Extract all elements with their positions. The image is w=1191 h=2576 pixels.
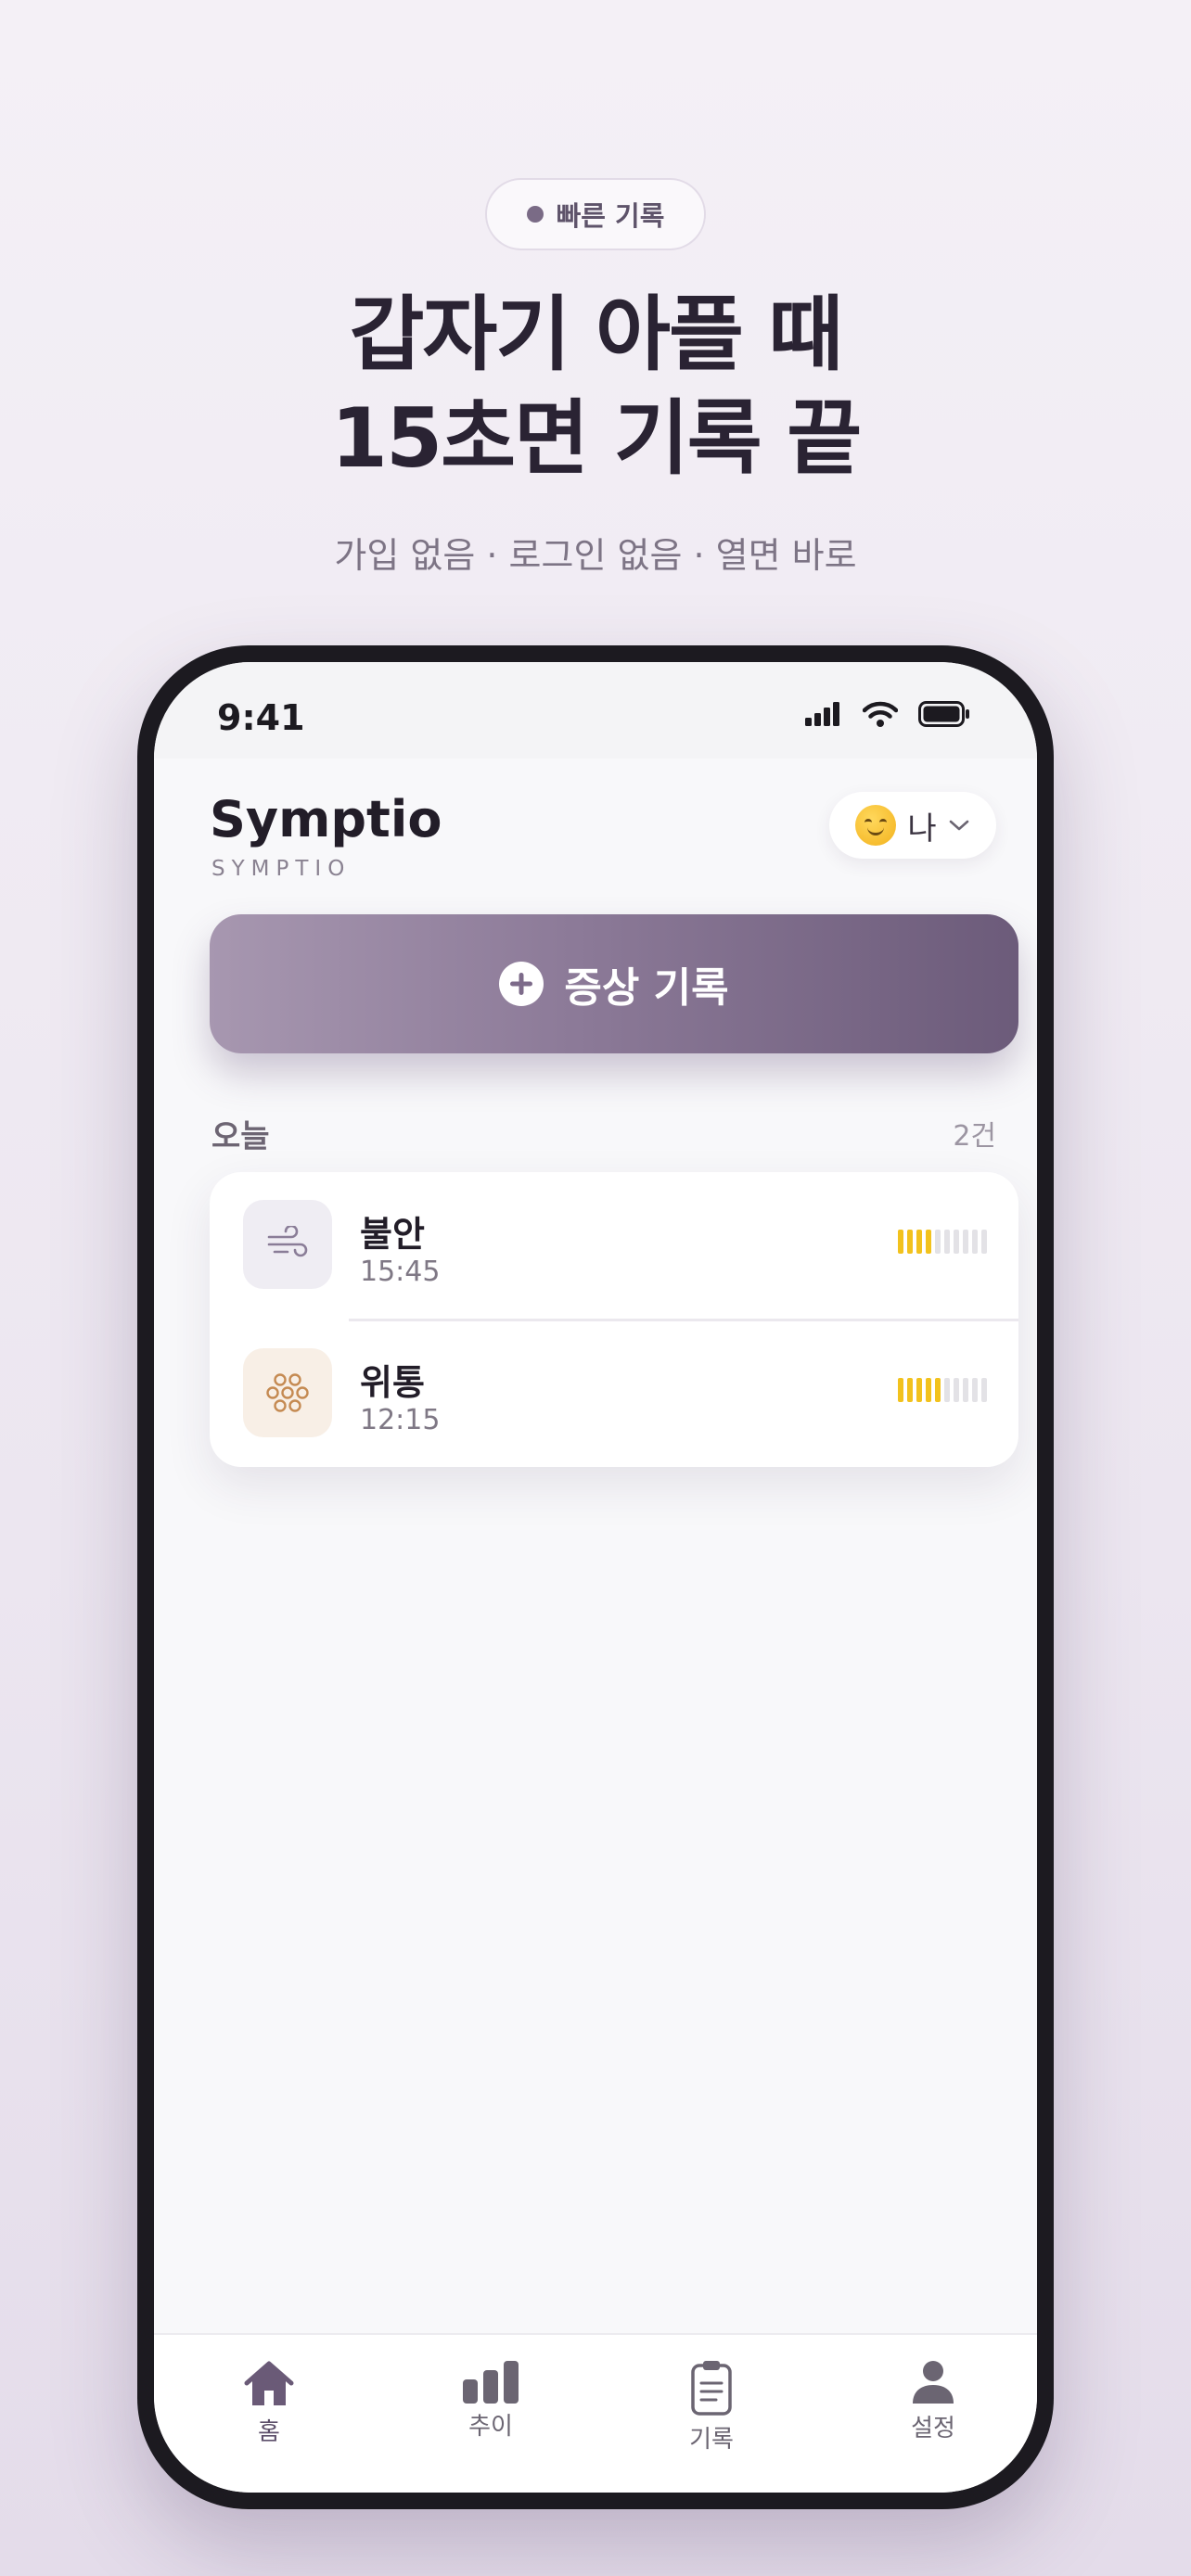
entry-time: 15:45 — [360, 1256, 441, 1288]
severity-segment — [963, 1230, 968, 1254]
hero-title-line1: 갑자기 아플 때 — [349, 287, 843, 382]
tab-label: 추이 — [468, 2413, 513, 2441]
severity-segment — [944, 1230, 950, 1254]
hero-title: 갑자기 아플 때 15초면 기록 끝 — [0, 283, 1191, 491]
severity-segment — [926, 1230, 931, 1254]
tab-label: 기록 — [689, 2426, 734, 2454]
home-icon — [244, 2361, 294, 2405]
entry-row[interactable]: 불안 15:45 — [210, 1172, 1018, 1319]
badge-dot-icon — [526, 206, 544, 223]
severity-segment — [898, 1378, 903, 1402]
tab-bar: 홈 추이 기록 설정 — [154, 2333, 1037, 2493]
status-time: 9:41 — [217, 697, 305, 738]
record-symptom-button[interactable]: 증상 기록 — [210, 914, 1018, 1053]
hero-subtitle: 가입 없음 · 로그인 없음 · 열면 바로 — [334, 535, 857, 576]
wifi-icon — [863, 701, 898, 727]
bar-chart-icon — [463, 2361, 519, 2404]
hero-title-line2: 15초면 기록 끝 — [330, 390, 863, 486]
severity-meter — [898, 1230, 987, 1254]
today-entry-list: 불안 15:45 위통 12:15 — [210, 1172, 1018, 1467]
battery-icon — [918, 701, 969, 727]
severity-segment — [935, 1378, 941, 1402]
severity-meter — [898, 1378, 987, 1402]
tab-label: 설정 — [911, 2415, 955, 2442]
severity-segment — [972, 1230, 978, 1254]
record-button-label: 증상 기록 — [564, 964, 729, 1012]
wind-icon — [243, 1200, 332, 1289]
severity-segment — [898, 1230, 903, 1254]
severity-segment — [954, 1230, 959, 1254]
severity-segment — [944, 1378, 950, 1402]
severity-segment — [926, 1378, 931, 1402]
knot-icon — [243, 1348, 332, 1437]
tab-records[interactable]: 기록 — [642, 2359, 781, 2455]
status-bar: 9:41 — [154, 662, 1037, 759]
severity-segment — [907, 1378, 913, 1402]
severity-segment — [907, 1230, 913, 1254]
severity-segment — [935, 1230, 941, 1254]
tab-label: 홈 — [258, 2418, 280, 2446]
quick-record-badge: 빠른 기록 — [485, 178, 706, 250]
severity-segment — [954, 1378, 959, 1402]
entry-name: 불안 — [360, 1214, 425, 1255]
severity-segment — [972, 1378, 978, 1402]
entry-row[interactable]: 위통 12:15 — [210, 1320, 1018, 1467]
profile-switcher[interactable]: 나 — [829, 792, 996, 859]
tab-trends[interactable]: 추이 — [421, 2359, 560, 2442]
person-icon — [913, 2361, 954, 2404]
badge-label: 빠른 기록 — [556, 200, 665, 232]
today-section-title: 오늘 — [211, 1118, 270, 1155]
severity-segment — [963, 1378, 968, 1402]
severity-segment — [981, 1378, 987, 1402]
entry-time: 12:15 — [360, 1404, 441, 1436]
app-screen: 9:41 Symptio SYMPTIO 나 증상 기록 오늘 2건 불안 15… — [154, 662, 1037, 2493]
today-entry-count: 2건 — [953, 1120, 996, 1153]
smiling-face-icon — [855, 805, 897, 846]
entry-name: 위통 — [360, 1362, 425, 1403]
severity-segment — [916, 1230, 922, 1254]
severity-segment — [916, 1378, 922, 1402]
app-subtitle: SYMPTIO — [211, 857, 352, 881]
clipboard-icon — [691, 2361, 732, 2416]
profile-name: 나 — [907, 810, 937, 848]
tab-settings[interactable]: 설정 — [864, 2359, 1003, 2443]
tab-home[interactable]: 홈 — [199, 2359, 339, 2447]
chevron-down-icon — [949, 820, 968, 831]
status-icons — [805, 701, 970, 727]
plus-icon — [499, 962, 544, 1006]
severity-segment — [981, 1230, 987, 1254]
phone-frame: 9:41 Symptio SYMPTIO 나 증상 기록 오늘 2건 불안 15… — [137, 645, 1054, 2509]
cellular-signal-icon — [805, 702, 839, 726]
app-title: Symptio — [210, 790, 442, 848]
